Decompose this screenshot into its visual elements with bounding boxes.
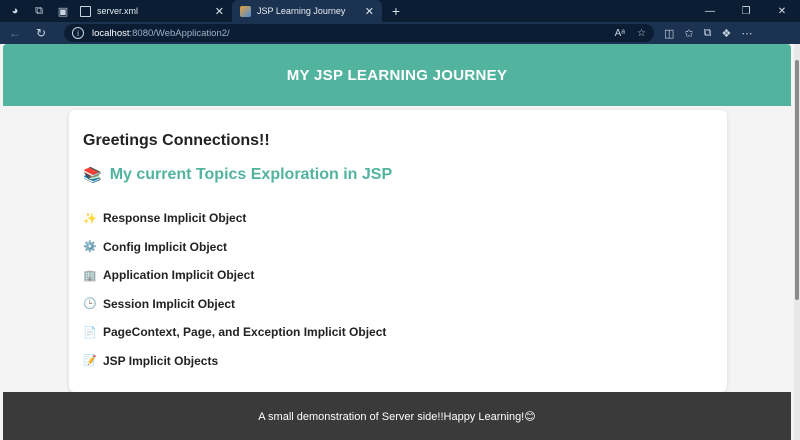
list-item-label: JSP Implicit Objects [103,353,219,368]
list-item: 📝 JSP Implicit Objects [83,347,713,376]
info-icon[interactable]: i [72,27,84,39]
window-controls: — ❐ ✕ [692,0,800,22]
extensions-icon[interactable]: ❖ [721,27,731,40]
profile-icon[interactable]: ◕ [6,2,24,20]
memo-icon: 📝 [83,355,97,368]
tab-jsp-learning-journey[interactable]: JSP Learning Journey ✕ [232,0,382,22]
toolbar: ◫ ✩ ⧉ ❖ ⋯ [664,27,752,40]
books-icon: 📚 [83,167,102,184]
close-icon[interactable]: ✕ [215,5,224,18]
address-row: ← ↻ i localhost :8080/WebApplication2/ A… [0,22,800,44]
workspaces-icon[interactable]: ⧉ [30,2,48,20]
address-path: :8080/WebApplication2/ [129,27,230,39]
split-screen-icon[interactable]: ◫ [664,27,674,40]
list-item-label: PageContext, Page, and Exception Implici… [103,325,387,340]
topics-heading: 📚 My current Topics Exploration in JSP [83,166,713,184]
read-aloud-icon[interactable]: Aᵃ [615,28,625,39]
tab-title: JSP Learning Journey [257,6,346,16]
more-options-icon[interactable]: ⋯ [741,27,752,40]
site-footer: A small demonstration of Server side!!Ha… [3,392,791,440]
content-card: Greetings Connections!! 📚 My current Top… [69,110,727,392]
scrollbar-thumb[interactable] [795,60,799,300]
topics-heading-text: My current Topics Exploration in JSP [109,166,393,183]
footer-text: A small demonstration of Server side!!Ha… [258,410,536,423]
greeting-heading: Greetings Connections!! [83,132,270,149]
topics-list: ✨ Response Implicit Object ⚙️ Config Imp… [83,204,713,375]
office-building-icon: 🏢 [83,269,97,282]
file-icon [80,5,91,17]
gear-icon: ⚙️ [83,241,97,254]
refresh-icon[interactable]: ↻ [30,23,52,43]
sparkles-icon: ✨ [83,212,97,225]
restore-icon[interactable]: ❐ [728,0,764,22]
tab-title: server.xml [97,6,139,16]
collections-icon[interactable]: ⧉ [704,27,712,40]
list-item: ⚙️ Config Implicit Object [83,233,713,262]
list-item-label: Session Implicit Object [103,296,236,311]
page-icon: 📄 [83,326,97,339]
address-host: localhost [92,27,130,39]
favicon-icon [240,5,251,17]
tab-actions-icon[interactable]: ▣ [54,2,72,20]
list-item-label: Response Implicit Object [103,211,247,226]
address-bar[interactable]: i localhost :8080/WebApplication2/ Aᵃ ☆ [64,24,654,42]
new-tab-icon[interactable]: + [386,1,406,21]
back-icon[interactable]: ← [4,23,26,43]
list-item: 📄 PageContext, Page, and Exception Impli… [83,318,713,347]
scrollbar[interactable] [794,44,800,440]
list-item: 🏢 Application Implicit Object [83,261,713,290]
list-item-label: Config Implicit Object [103,239,228,254]
page-viewport: MY JSP LEARNING JOURNEY Greetings Connec… [0,44,794,440]
favorite-star-icon[interactable]: ☆ [637,28,646,39]
close-window-icon[interactable]: ✕ [764,0,800,22]
close-icon[interactable]: ✕ [365,5,374,18]
site-header: MY JSP LEARNING JOURNEY [3,44,791,106]
tab-server-xml[interactable]: server.xml ✕ [72,0,232,22]
favorites-icon[interactable]: ✩ [684,27,693,40]
page-title: MY JSP LEARNING JOURNEY [286,66,508,84]
list-item-label: Application Implicit Object [103,268,255,283]
list-item: ✨ Response Implicit Object [83,204,713,233]
minimize-icon[interactable]: — [692,0,728,22]
clock-icon: 🕒 [83,298,97,311]
list-item: 🕒 Session Implicit Object [83,290,713,319]
tab-bar: ◕ ⧉ ▣ server.xml ✕ JSP Learning Journey … [0,0,800,22]
